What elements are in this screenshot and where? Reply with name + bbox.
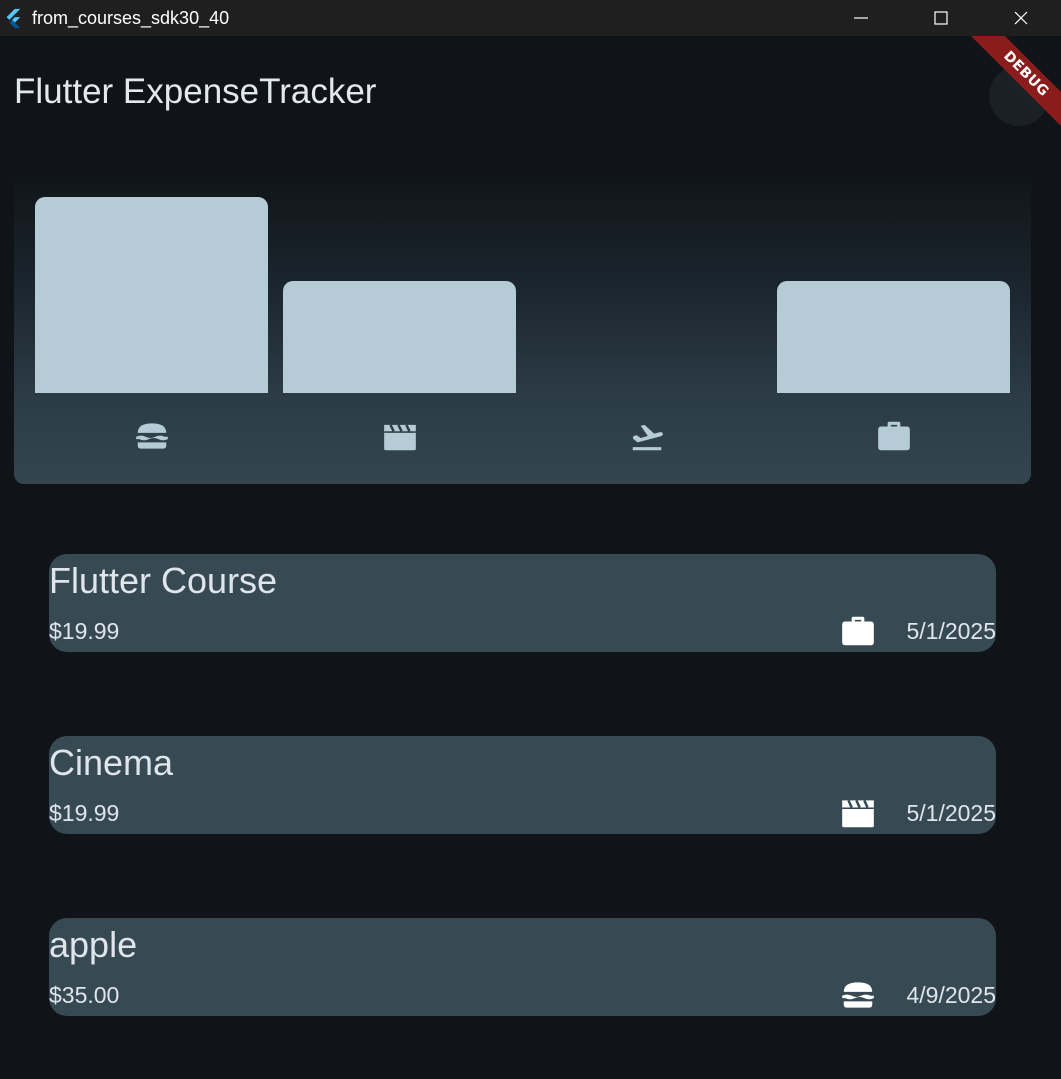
expense-amount: $19.99 (49, 800, 120, 826)
expense-amount: $35.00 (49, 982, 120, 1008)
expense-item[interactable]: apple $35.00 4/9/2025 (49, 918, 996, 1016)
chart-category-work (777, 412, 1010, 460)
burger-icon (842, 982, 874, 1008)
chart-category-leisure (283, 412, 516, 460)
page-title: Flutter ExpenseTracker (14, 72, 377, 111)
movie-icon (842, 799, 874, 828)
chart-bar-leisure (283, 281, 516, 393)
expense-title: apple (49, 924, 138, 965)
movie-icon (383, 424, 416, 451)
expense-item[interactable]: Cinema $19.99 5/1/2025 (49, 736, 996, 834)
expense-amount: $19.99 (49, 618, 120, 644)
expense-title: Cinema (49, 742, 174, 783)
chart-category-travel (530, 412, 763, 460)
work-icon (842, 616, 874, 646)
chart-bar-food (35, 197, 268, 393)
expense-chart (14, 172, 1031, 484)
close-button[interactable] (981, 0, 1061, 36)
expense-item[interactable]: Flutter Course $19.99 5/1/2025 (49, 554, 996, 652)
maximize-button[interactable] (901, 0, 981, 36)
chart-bar-slot-travel (530, 197, 763, 393)
work-icon (877, 421, 910, 451)
chart-bars (35, 197, 1010, 393)
expense-date: 4/9/2025 (906, 982, 996, 1008)
chart-category-icons (35, 412, 1010, 460)
expense-date: 5/1/2025 (906, 618, 996, 644)
expense-title: Flutter Course (49, 560, 278, 601)
minimize-button[interactable] (821, 0, 901, 36)
chart-bar-slot-work (777, 197, 1010, 393)
flutter-logo-icon (6, 8, 21, 29)
close-icon (1014, 11, 1028, 25)
minimize-icon (854, 17, 868, 19)
maximize-icon (934, 11, 948, 25)
expense-date: 5/1/2025 (906, 800, 996, 826)
window-title: from_courses_sdk30_40 (32, 7, 230, 28)
chart-bar-slot-food (35, 197, 268, 393)
chart-bar-slot-leisure (283, 197, 516, 393)
window-titlebar: from_courses_sdk30_40 (0, 0, 1061, 36)
flight-takeoff-icon (632, 424, 663, 451)
burger-icon (135, 423, 168, 449)
chart-category-food (35, 412, 268, 460)
chart-bar-work (777, 281, 1010, 393)
app-bar: Flutter ExpenseTracker (0, 36, 1061, 156)
add-expense-button[interactable] (989, 66, 1049, 126)
